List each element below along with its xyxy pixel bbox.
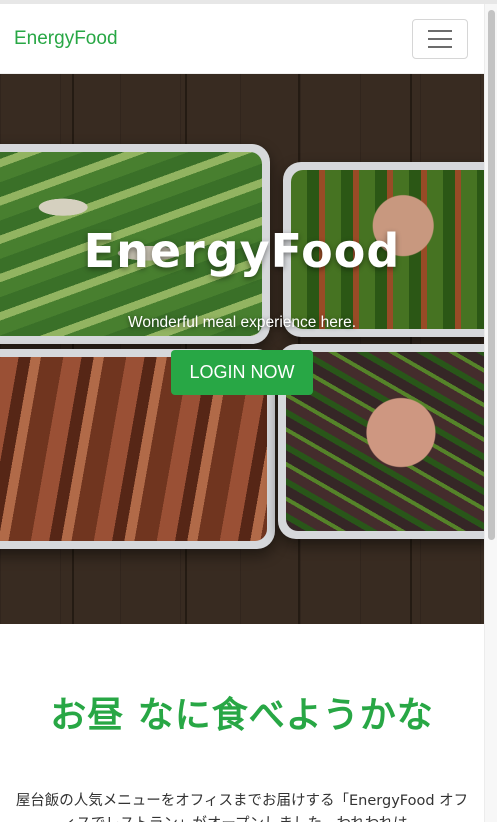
scrollbar-thumb[interactable]: [488, 10, 495, 540]
browser-viewport: EnergyFood EnergyFood Wonderful meal exp…: [0, 0, 497, 822]
menu-toggle-button[interactable]: [412, 18, 468, 59]
hamburger-menu-icon-line: [428, 45, 452, 48]
hamburger-menu-icon: [428, 29, 452, 32]
intro-text: 屋台飯の人気メニューをオフィスまでお届けする「EnergyFood オフィスでレ…: [15, 793, 469, 822]
brand-link[interactable]: EnergyFood: [14, 28, 118, 50]
login-now-button[interactable]: LOGIN NOW: [171, 350, 313, 395]
hero-content: EnergyFood Wonderful meal experience her…: [0, 224, 484, 395]
intro-section: お昼 なに食べようかな 屋台飯の人気メニューをオフィスまでお届けする「Energ…: [0, 624, 484, 822]
page: EnergyFood EnergyFood Wonderful meal exp…: [0, 4, 484, 822]
navbar: EnergyFood: [0, 4, 484, 74]
vertical-scrollbar[interactable]: [484, 4, 497, 822]
hero-section: EnergyFood Wonderful meal experience her…: [0, 74, 484, 624]
hero-title: EnergyFood: [83, 224, 401, 278]
hamburger-menu-icon-line: [428, 37, 452, 40]
hero-subtitle: Wonderful meal experience here.: [127, 314, 357, 331]
intro-heading: お昼 なに食べようかな: [50, 695, 434, 736]
